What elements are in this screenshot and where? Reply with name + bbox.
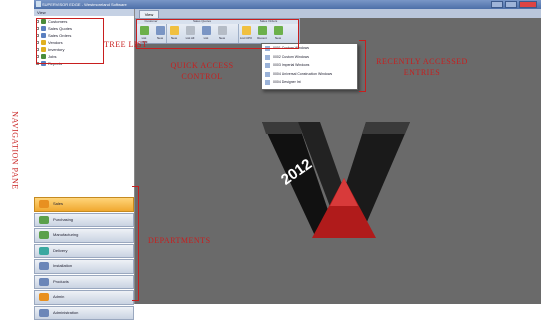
department-button[interactable]: Delivery (34, 243, 134, 258)
departments-list: Sales Purchasing Manufacturing Delivery Inst… (34, 197, 134, 321)
ribbon-tab-bar: View (135, 9, 541, 18)
maximize-button[interactable] (505, 1, 517, 8)
department-icon (39, 231, 49, 239)
department-button[interactable]: Admin (34, 290, 134, 305)
department-icon (39, 215, 49, 224)
app-icon (36, 1, 41, 7)
workspace: View Customer List CRM New Sales Quotes New L… (135, 9, 541, 304)
departments-bracket (132, 186, 139, 301)
department-icon (39, 308, 49, 317)
department-icon (39, 262, 49, 270)
department-button[interactable]: Products (34, 274, 134, 289)
department-label: Installation (53, 263, 73, 268)
department-icon (39, 200, 49, 208)
tree-list-highlight (36, 18, 104, 64)
window-title: SUPERVISOR EDGE - Westmoreland Software (42, 2, 127, 7)
department-button[interactable]: Administration (34, 305, 134, 320)
department-label: Administration (53, 309, 79, 315)
document-icon (265, 71, 270, 77)
recent-entry-label: 0002 Custom Windows (273, 54, 309, 59)
recent-entry-label: 0003 Imperial Windows (273, 63, 310, 67)
recent-entries-dropdown: 0001 Custom Windows 0002 Custom Windows 00… (261, 43, 358, 90)
nav-header: View (34, 9, 134, 16)
recent-entries-bracket (359, 40, 366, 92)
recent-entries-label: RECENTLY ACCESSED ENTRIES (376, 57, 468, 77)
quick-access-highlight (136, 19, 299, 49)
recent-entries-annotation: RECENTLY ACCESSED ENTRIES (372, 56, 472, 78)
window-controls (489, 0, 541, 9)
title-bar: SUPERVISOR EDGE - Westmoreland Software (34, 0, 541, 9)
w-2012-logo: 2012 (262, 122, 410, 238)
department-label: Delivery (53, 247, 68, 253)
department-label: Products (53, 278, 69, 284)
department-icon (39, 293, 49, 301)
department-icon (39, 277, 49, 286)
recent-entry[interactable]: 0004 Universal Construction Windows (262, 70, 357, 79)
recent-entry[interactable]: 0003 Imperial Windows (262, 61, 357, 70)
departments-annotation: DEPARTMENTS (148, 236, 211, 245)
department-label: Sales (53, 201, 64, 206)
recent-entry[interactable]: 0002 Custom Windows (262, 53, 357, 62)
document-icon (265, 63, 270, 68)
department-button[interactable]: Purchasing (34, 212, 134, 227)
navigation-pane-annotation: NAVIGATION PANE (10, 111, 20, 190)
department-button[interactable]: Sales (34, 197, 134, 212)
document-icon (265, 80, 270, 85)
department-label: Admin (53, 294, 65, 299)
quick-access-label: QUICK ACCESS CONTROL (170, 61, 234, 81)
recent-entry-label: 0004 Universal Construction Windows (273, 71, 333, 76)
recent-entry[interactable]: 0004 Designer Int (262, 78, 357, 87)
quick-access-annotation: QUICK ACCESS CONTROL (157, 60, 247, 82)
close-button[interactable] (519, 1, 537, 8)
department-button[interactable]: Manufacturing (34, 228, 134, 243)
department-button[interactable]: Installation (34, 259, 134, 274)
department-label: Manufacturing (53, 232, 79, 237)
minimize-button[interactable] (491, 1, 503, 8)
department-label: Purchasing (53, 216, 74, 222)
tab-view[interactable]: View (139, 10, 159, 18)
document-icon (265, 54, 270, 60)
department-icon (39, 246, 49, 255)
recent-entry-label: 0004 Designer Int (273, 80, 301, 84)
